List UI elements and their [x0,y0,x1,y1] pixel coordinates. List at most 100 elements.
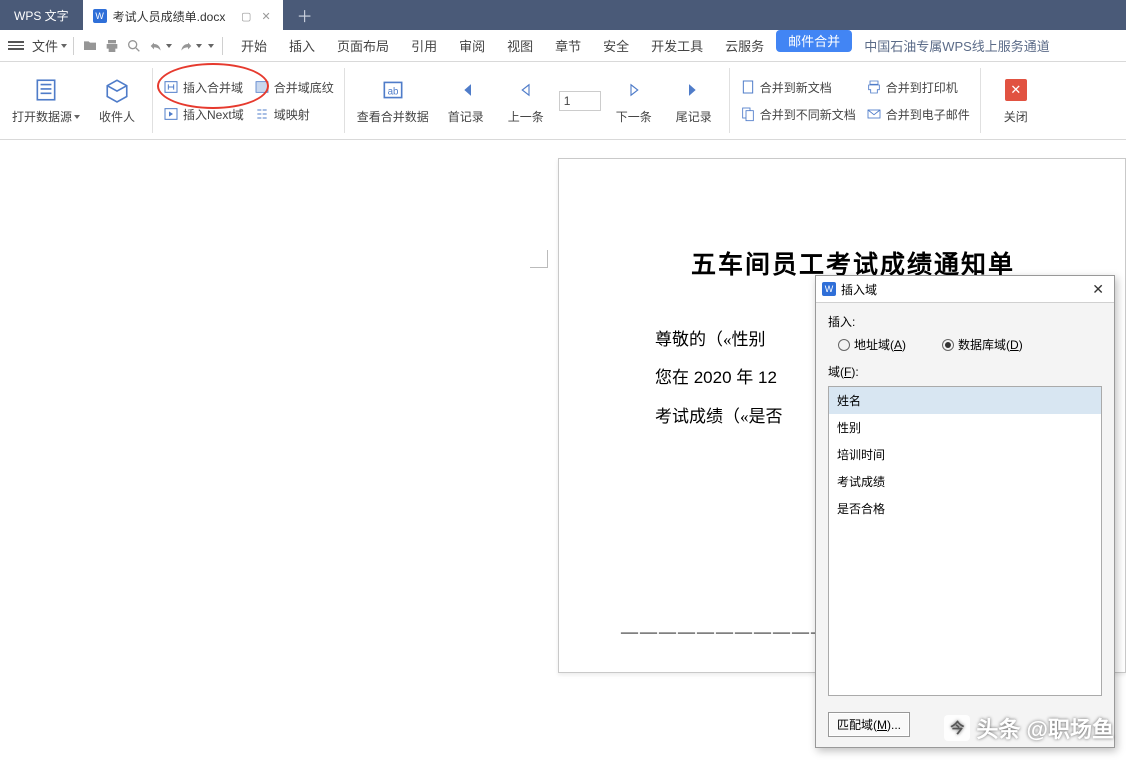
radio-icon [838,339,850,351]
list-item[interactable]: 姓名 [829,387,1101,414]
radio-database-field[interactable]: 数据库域(D) [942,336,1023,353]
view-merge-data-button[interactable]: ab 查看合并数据 [353,74,433,127]
file-label: 文件 [32,36,58,55]
new-tab-button[interactable]: ＋ [283,0,327,30]
tab-view[interactable]: 视图 [497,30,543,62]
recipients-button[interactable]: 收件人 [90,74,144,127]
match-fields-button[interactable]: 匹配域(M)... [828,712,910,737]
tab-cloud[interactable]: 云服务 [715,30,774,62]
app-name: WPS 文字 [0,0,83,30]
label: 打开数据源 [12,108,72,125]
label: 上一条 [508,108,544,125]
open-button[interactable] [82,38,98,54]
insert-field-dialog: W 插入域 ✕ 插入: 地址域(A) 数据库域(D) 域(F): 姓名 性别 培… [815,275,1115,748]
prev-record-button[interactable]: 上一条 [499,74,553,127]
next-icon [620,76,648,104]
tab-restore-icon[interactable]: ▢ [241,10,251,23]
print-button[interactable] [104,38,120,54]
tab-devtools[interactable]: 开发工具 [641,30,713,62]
title-bar: WPS 文字 W 考试人员成绩单.docx ▢ ✕ ＋ [0,0,1126,30]
tab-actions: ▢ ✕ [241,10,271,23]
label: 合并到新文档 [760,79,832,96]
label: 域映射 [274,106,310,123]
list-item[interactable]: 性别 [829,414,1101,441]
open-data-source-button[interactable]: 打开数据源 [8,74,84,127]
tab-security[interactable]: 安全 [593,30,639,62]
quick-access-toolbar [82,38,214,54]
caret-down-icon [61,44,67,48]
label: 关闭 [1004,108,1028,125]
merge-email-button[interactable]: 合并到电子邮件 [864,104,972,125]
field-mapping-button[interactable]: 域映射 [252,104,336,125]
tab-references[interactable]: 引用 [401,30,447,62]
radio-icon [942,339,954,351]
merge-diff-doc-button[interactable]: 合并到不同新文档 [738,104,858,125]
list-item[interactable]: 考试成绩 [829,468,1101,495]
document-name: 考试人员成绩单.docx [113,8,226,25]
last-icon [680,76,708,104]
insert-merge-field-button[interactable]: 插入合并域 [161,77,246,98]
wps-doc-icon: W [822,282,836,296]
first-record-button[interactable]: 首记录 [439,74,493,127]
label: 尾记录 [676,108,712,125]
separator [222,37,223,55]
record-number-input[interactable]: 1 [559,91,601,111]
tab-cnpc-link[interactable]: 中国石油专属WPS线上服务通道 [854,30,1060,62]
qat-overflow[interactable] [208,44,214,48]
recipients-icon [103,76,131,104]
caret-down-icon [166,44,172,48]
list-item[interactable]: 是否合格 [829,495,1101,522]
document-tab[interactable]: W 考试人员成绩单.docx ▢ ✕ [83,0,283,30]
next-record-button[interactable]: 下一条 [607,74,661,127]
insert-label: 插入: [828,313,1102,330]
merge-shading-button[interactable]: 合并域底纹 [252,77,336,98]
fields-listbox[interactable]: 姓名 性别 培训时间 考试成绩 是否合格 [828,386,1102,696]
separator [73,37,74,55]
caret-down-icon [196,44,202,48]
close-mailmerge-button[interactable]: ✕ 关闭 [989,74,1043,127]
view-data-icon: ab [379,76,407,104]
hamburger-icon[interactable] [8,41,24,50]
close-icon: ✕ [1005,79,1027,101]
dialog-titlebar[interactable]: W 插入域 ✕ [816,276,1114,303]
fields-label: 域(F): [828,363,1102,380]
tab-start[interactable]: 开始 [231,30,277,62]
label: 收件人 [99,108,135,125]
label: 首记录 [448,108,484,125]
label: 合并到不同新文档 [760,106,856,123]
prev-icon [512,76,540,104]
tab-close-icon[interactable]: ✕ [261,10,270,23]
tab-chapter[interactable]: 章节 [545,30,591,62]
file-menu[interactable]: 文件 [28,36,71,55]
wps-doc-icon: W [93,9,107,23]
data-source-icon [32,76,60,104]
caret-down-icon [74,115,80,119]
undo-button[interactable] [148,38,172,54]
list-item[interactable]: 培训时间 [829,441,1101,468]
tab-insert[interactable]: 插入 [279,30,325,62]
merge-new-doc-button[interactable]: 合并到新文档 [738,77,858,98]
ribbon-tabs: 开始 插入 页面布局 引用 审阅 视图 章节 安全 开发工具 云服务 邮件合并 … [231,30,1060,62]
dialog-title: 插入域 [841,281,877,298]
menu-bar: 文件 开始 插入 页面布局 引用 审阅 视图 章节 安全 开发工具 云服务 邮件… [0,30,1126,62]
print-preview-button[interactable] [126,38,142,54]
tab-pagelayout[interactable]: 页面布局 [327,30,399,62]
redo-button[interactable] [178,38,202,54]
dialog-close-button[interactable]: ✕ [1088,281,1108,298]
insert-next-field-button[interactable]: 插入Next域 [161,104,246,125]
label: 插入合并域 [183,79,243,96]
page-corner-mark [530,250,548,268]
label: 合并到打印机 [886,79,958,96]
last-record-button[interactable]: 尾记录 [667,74,721,127]
label: 插入Next域 [183,106,244,123]
radio-address-field[interactable]: 地址域(A) [838,336,906,353]
svg-text:ab: ab [387,86,398,97]
label: 合并到电子邮件 [886,106,970,123]
tab-mailmerge[interactable]: 邮件合并 [776,30,852,52]
label: 查看合并数据 [357,108,429,125]
first-icon [452,76,480,104]
tab-review[interactable]: 审阅 [449,30,495,62]
merge-printer-button[interactable]: 合并到打印机 [864,77,972,98]
ribbon: 打开数据源 收件人 插入合并域 插入Next域 合并域底纹 [0,62,1126,140]
label: 下一条 [616,108,652,125]
